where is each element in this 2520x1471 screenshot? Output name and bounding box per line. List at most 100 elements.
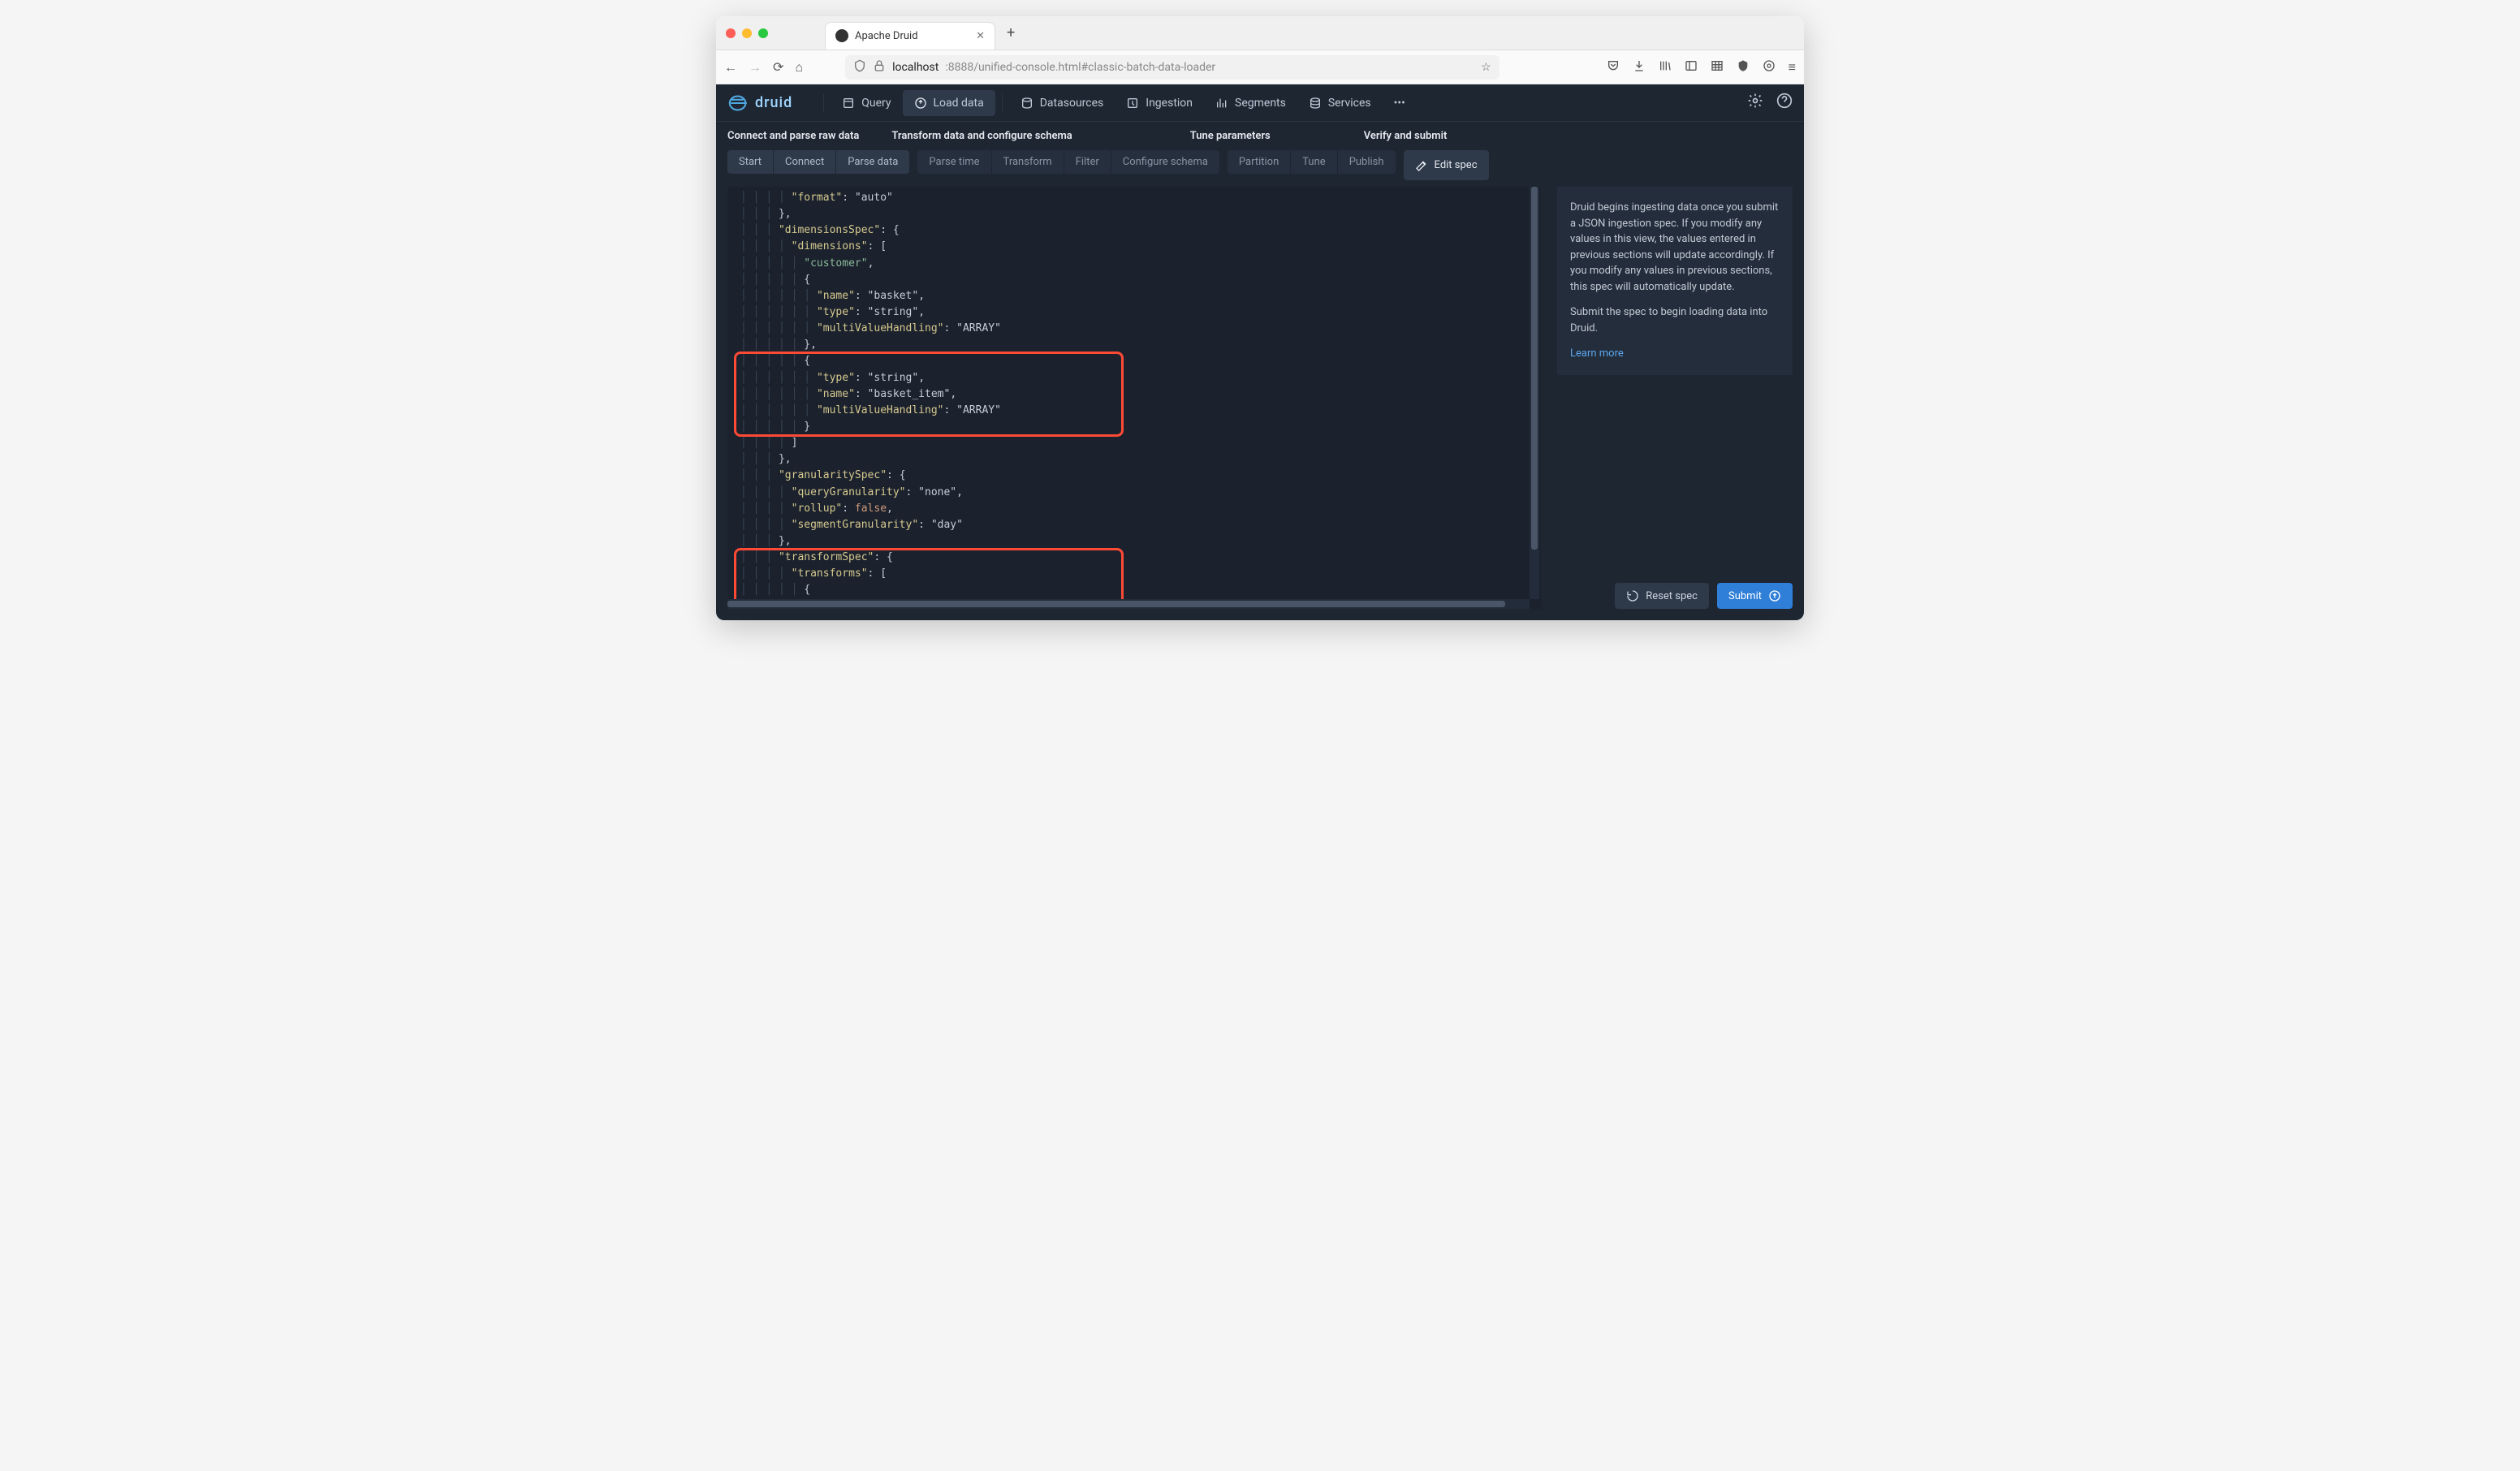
info-paragraph-2: Submit the spec to begin loading data in… (1570, 304, 1780, 336)
step-partition[interactable]: Partition (1228, 150, 1291, 174)
submit-label: Submit (1728, 590, 1762, 602)
submit-button[interactable]: Submit (1717, 583, 1793, 609)
url-host: localhost (892, 61, 939, 74)
horizontal-scrollbar[interactable] (727, 599, 1530, 609)
edit-spec-label: Edit spec (1435, 159, 1478, 171)
browser-window: Apache Druid ✕ + ← → ⟳ ⌂ localhost :8888/… (716, 16, 1804, 620)
code-line: │ │ │ }, (734, 206, 1541, 222)
info-box: Druid begins ingesting data once you sub… (1557, 187, 1793, 375)
wiz-group-verify: Verify and submit (1364, 130, 1448, 149)
reload-button[interactable]: ⟳ (773, 59, 783, 75)
lock-icon (873, 59, 886, 75)
wiz-group-connect-label: Connect and parse raw data (727, 130, 859, 142)
code-line: │ │ │ │ │ │ "multiValueHandling": "ARRAY… (734, 321, 1541, 337)
learn-more-link[interactable]: Learn more (1570, 347, 1624, 360)
sidebar-icon[interactable] (1685, 59, 1698, 75)
step-configure-schema[interactable]: Configure schema (1111, 150, 1219, 174)
favicon-icon (835, 29, 848, 42)
code-line: │ │ │ }, (734, 451, 1541, 468)
back-button[interactable]: ← (724, 59, 737, 75)
wiz-group-tune-label: Tune parameters (1190, 130, 1271, 142)
help-icon[interactable] (1776, 93, 1793, 113)
grid-icon[interactable] (1711, 59, 1724, 75)
spec-editor[interactable]: │ │ │ │ "format": "auto"│ │ │ },│ │ │ "d… (727, 187, 1541, 609)
extension-shield-icon[interactable] (1737, 59, 1750, 75)
code-line: │ │ │ │ "format": "auto" (734, 190, 1541, 206)
nav-segments-label: Segments (1235, 97, 1286, 110)
wiz-group-transform-label: Transform data and configure schema (891, 130, 1072, 142)
minimize-window-button[interactable] (742, 28, 752, 38)
downloads-icon[interactable] (1633, 59, 1646, 75)
code-line: │ │ │ │ │ │ "name": "basket_item", (734, 386, 1541, 403)
url-path: :8888/unified-console.html#classic-batch… (945, 61, 1215, 74)
nav-services-label: Services (1328, 97, 1371, 110)
vertical-scrollbar[interactable] (1530, 187, 1539, 599)
forward-button[interactable]: → (749, 59, 762, 75)
nav-datasources-label: Datasources (1040, 97, 1104, 110)
content: │ │ │ │ "format": "auto"│ │ │ },│ │ │ "d… (716, 187, 1804, 620)
close-window-button[interactable] (726, 28, 736, 38)
close-tab-icon[interactable]: ✕ (976, 30, 985, 42)
nav-more[interactable]: ••• (1383, 90, 1417, 116)
shield-icon (853, 59, 866, 75)
druid-app: druid Query Load data Datasources (716, 84, 1804, 620)
code-line: │ │ │ │ "rollup": false, (734, 501, 1541, 517)
step-parse-data[interactable]: Parse data (836, 150, 909, 174)
app-menu-icon[interactable]: ≡ (1789, 59, 1796, 75)
code-line: │ │ │ │ "transforms": [ (734, 566, 1541, 582)
code-line: │ │ │ │ │ { (734, 272, 1541, 288)
top-nav: druid Query Load data Datasources (716, 84, 1804, 122)
home-button[interactable]: ⌂ (795, 59, 803, 75)
library-icon[interactable] (1659, 59, 1672, 75)
nav-load-data-label: Load data (934, 97, 984, 110)
nav-segments[interactable]: Segments (1204, 90, 1297, 116)
step-filter[interactable]: Filter (1064, 150, 1111, 174)
step-parse-time[interactable]: Parse time (917, 150, 991, 174)
nav-query[interactable]: Query (831, 90, 902, 116)
code-line: │ │ │ "dimensionsSpec": { (734, 222, 1541, 239)
wiz-group-connect: Connect and parse raw data (727, 130, 859, 149)
step-publish[interactable]: Publish (1338, 150, 1396, 174)
step-connect[interactable]: Connect (774, 150, 836, 174)
maximize-window-button[interactable] (758, 28, 768, 38)
step-tune[interactable]: Tune (1291, 150, 1337, 174)
nav-query-label: Query (861, 97, 891, 110)
code-line: │ │ │ │ │ │ "multiValueHandling": "ARRAY… (734, 403, 1541, 419)
druid-logo[interactable]: druid (727, 92, 792, 114)
url-toolbar: ← → ⟳ ⌂ localhost :8888/unified-console.h… (716, 50, 1804, 84)
wizard: Connect and parse raw data Transform dat… (716, 122, 1804, 180)
pocket-icon[interactable] (1607, 59, 1620, 75)
code-line: │ │ │ }, (734, 533, 1541, 550)
wiz-steps-connect: Start Connect Parse data (727, 150, 909, 174)
ellipsis-icon: ••• (1394, 97, 1405, 110)
code-line: │ │ │ "transformSpec": { (734, 550, 1541, 566)
code-line: │ │ │ │ │ "customer", (734, 256, 1541, 272)
window-controls (726, 28, 768, 38)
side-panel: Druid begins ingesting data once you sub… (1557, 187, 1793, 609)
step-edit-spec[interactable]: Edit spec (1404, 150, 1489, 180)
new-tab-button[interactable]: + (1007, 24, 1015, 41)
nav-ingestion-label: Ingestion (1146, 97, 1193, 110)
wiz-group-tune: Tune parameters (1190, 130, 1271, 149)
code-line: │ │ │ │ "dimensions": [ (734, 239, 1541, 255)
nav-datasources[interactable]: Datasources (1009, 90, 1115, 116)
gear-icon[interactable] (1747, 93, 1763, 113)
address-bar[interactable]: localhost :8888/unified-console.html#clas… (845, 55, 1499, 80)
nav-services[interactable]: Services (1297, 90, 1383, 116)
code-line: │ │ │ │ "queryGranularity": "none", (734, 485, 1541, 501)
info-paragraph-1: Druid begins ingesting data once you sub… (1570, 200, 1780, 295)
step-transform[interactable]: Transform (992, 150, 1064, 174)
code-line: │ │ │ │ │ │ "type": "string", (734, 370, 1541, 386)
code-line: │ │ │ │ │ { (734, 582, 1541, 598)
wiz-group-verify-label: Verify and submit (1364, 130, 1448, 142)
bookmark-star-icon[interactable]: ☆ (1481, 61, 1491, 74)
code-line: │ │ │ │ │ │ "name": "basket", (734, 288, 1541, 304)
step-start[interactable]: Start (727, 150, 774, 174)
code-line: │ │ │ │ │ { (734, 353, 1541, 369)
nav-ingestion[interactable]: Ingestion (1115, 90, 1204, 116)
extensions-icon[interactable] (1763, 59, 1776, 75)
tab-title: Apache Druid (855, 30, 918, 42)
browser-tab[interactable]: Apache Druid ✕ (825, 22, 995, 50)
nav-load-data[interactable]: Load data (903, 90, 995, 116)
reset-spec-button[interactable]: Reset spec (1615, 583, 1709, 609)
